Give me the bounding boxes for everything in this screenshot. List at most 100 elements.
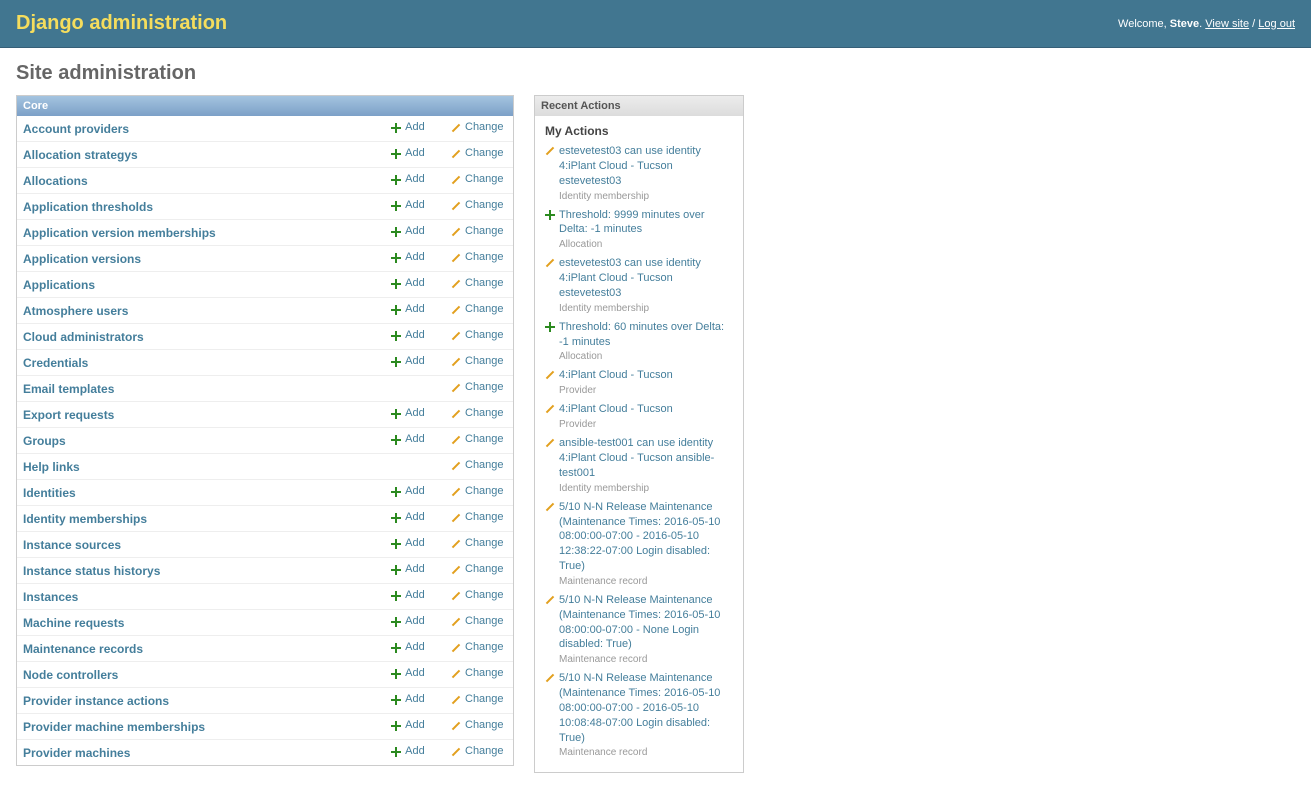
add-link[interactable]: Add: [391, 667, 425, 679]
model-link[interactable]: Provider machine memberships: [23, 720, 205, 734]
model-link[interactable]: Identity memberships: [23, 512, 147, 526]
add-link[interactable]: Add: [391, 277, 425, 289]
add-link[interactable]: Add: [391, 563, 425, 575]
recent-action-link[interactable]: ansible-test001 can use identity 4:iPlan…: [559, 436, 733, 481]
change-link[interactable]: Change: [451, 667, 504, 679]
add-link[interactable]: Add: [391, 615, 425, 627]
change-link[interactable]: Change: [451, 641, 504, 653]
add-link[interactable]: Add: [391, 173, 425, 185]
model-row: Export requests Add Change: [17, 402, 513, 428]
recent-action-item: estevetest03 can use identity 4:iPlant C…: [545, 144, 733, 189]
add-link[interactable]: Add: [391, 355, 425, 367]
add-link[interactable]: Add: [391, 407, 425, 419]
change-link[interactable]: Change: [451, 537, 504, 549]
add-link[interactable]: Add: [391, 719, 425, 731]
add-link[interactable]: Add: [391, 485, 425, 497]
add-cell: Add: [385, 688, 445, 714]
change-link[interactable]: Change: [451, 719, 504, 731]
recent-action-link[interactable]: 5/10 N-N Release Maintenance (Maintenanc…: [559, 593, 733, 652]
model-link[interactable]: Help links: [23, 460, 80, 474]
model-name-cell: Provider instance actions: [17, 688, 385, 714]
model-link[interactable]: Provider instance actions: [23, 694, 169, 708]
view-site-link[interactable]: View site: [1205, 18, 1249, 30]
change-link[interactable]: Change: [451, 277, 504, 289]
model-link[interactable]: Allocations: [23, 174, 88, 188]
change-cell: Change: [445, 636, 513, 662]
model-link[interactable]: Instance sources: [23, 538, 121, 552]
add-link[interactable]: Add: [391, 251, 425, 263]
model-link[interactable]: Email templates: [23, 382, 114, 396]
change-link[interactable]: Change: [451, 147, 504, 159]
model-link[interactable]: Instance status historys: [23, 564, 160, 578]
change-link[interactable]: Change: [451, 381, 504, 393]
change-link[interactable]: Change: [451, 459, 504, 471]
add-link[interactable]: Add: [391, 745, 425, 757]
change-link[interactable]: Change: [451, 225, 504, 237]
change-link[interactable]: Change: [451, 199, 504, 211]
change-cell: Change: [445, 428, 513, 454]
pencil-icon: [451, 305, 461, 315]
change-link[interactable]: Change: [451, 173, 504, 185]
add-link[interactable]: Add: [391, 329, 425, 341]
recent-actions-module: Recent Actions My Actions estevetest03 c…: [534, 95, 744, 773]
change-link[interactable]: Change: [451, 693, 504, 705]
add-link[interactable]: Add: [391, 225, 425, 237]
change-link[interactable]: Change: [451, 303, 504, 315]
change-link[interactable]: Change: [451, 251, 504, 263]
change-link[interactable]: Change: [451, 485, 504, 497]
add-link[interactable]: Add: [391, 433, 425, 445]
recent-action-link[interactable]: 5/10 N-N Release Maintenance (Maintenanc…: [559, 671, 733, 745]
add-cell: Add: [385, 610, 445, 636]
model-link[interactable]: Applications: [23, 278, 95, 292]
model-link[interactable]: Atmosphere users: [23, 304, 128, 318]
change-link[interactable]: Change: [451, 355, 504, 367]
model-link[interactable]: Machine requests: [23, 616, 124, 630]
model-link[interactable]: Cloud administrators: [23, 330, 144, 344]
add-link[interactable]: Add: [391, 199, 425, 211]
recent-action-link[interactable]: 4:iPlant Cloud - Tucson: [559, 368, 673, 383]
add-link[interactable]: Add: [391, 303, 425, 315]
add-link[interactable]: Add: [391, 121, 425, 133]
add-link[interactable]: Add: [391, 511, 425, 523]
add-link[interactable]: Add: [391, 589, 425, 601]
model-link[interactable]: Groups: [23, 434, 66, 448]
model-link[interactable]: Application thresholds: [23, 200, 153, 214]
change-link[interactable]: Change: [451, 589, 504, 601]
recent-action-link[interactable]: estevetest03 can use identity 4:iPlant C…: [559, 144, 733, 189]
model-link[interactable]: Export requests: [23, 408, 114, 422]
model-link[interactable]: Identities: [23, 486, 76, 500]
change-link[interactable]: Change: [451, 511, 504, 523]
model-link[interactable]: Credentials: [23, 356, 88, 370]
pencil-icon: [451, 695, 461, 705]
model-link[interactable]: Account providers: [23, 122, 129, 136]
model-table: Account providers Add Change Allocation str…: [17, 116, 513, 765]
recent-action-link[interactable]: estevetest03 can use identity 4:iPlant C…: [559, 256, 733, 301]
change-link[interactable]: Change: [451, 433, 504, 445]
pencil-icon: [545, 258, 555, 268]
log-out-link[interactable]: Log out: [1258, 18, 1295, 30]
change-link[interactable]: Change: [451, 615, 504, 627]
change-link[interactable]: Change: [451, 121, 504, 133]
change-link[interactable]: Change: [451, 329, 504, 341]
add-link[interactable]: Add: [391, 693, 425, 705]
model-link[interactable]: Node controllers: [23, 668, 118, 682]
model-link[interactable]: Instances: [23, 590, 78, 604]
add-link[interactable]: Add: [391, 537, 425, 549]
model-link[interactable]: Application version memberships: [23, 226, 216, 240]
recent-action-link[interactable]: Threshold: 60 minutes over Delta: -1 min…: [559, 320, 733, 350]
model-link[interactable]: Provider machines: [23, 746, 130, 760]
model-link[interactable]: Application versions: [23, 252, 141, 266]
change-link[interactable]: Change: [451, 407, 504, 419]
model-name-cell: Allocation strategys: [17, 142, 385, 168]
recent-action-link[interactable]: 4:iPlant Cloud - Tucson: [559, 402, 673, 417]
add-link[interactable]: Add: [391, 641, 425, 653]
change-link[interactable]: Change: [451, 745, 504, 757]
change-link[interactable]: Change: [451, 563, 504, 575]
plus-icon: [391, 149, 401, 159]
recent-action-link[interactable]: Threshold: 9999 minutes over Delta: -1 m…: [559, 208, 733, 238]
model-link[interactable]: Maintenance records: [23, 642, 143, 656]
model-link[interactable]: Allocation strategys: [23, 148, 138, 162]
recent-action-link[interactable]: 5/10 N-N Release Maintenance (Maintenanc…: [559, 500, 733, 574]
add-link[interactable]: Add: [391, 147, 425, 159]
model-row: Identity memberships Add Change: [17, 506, 513, 532]
